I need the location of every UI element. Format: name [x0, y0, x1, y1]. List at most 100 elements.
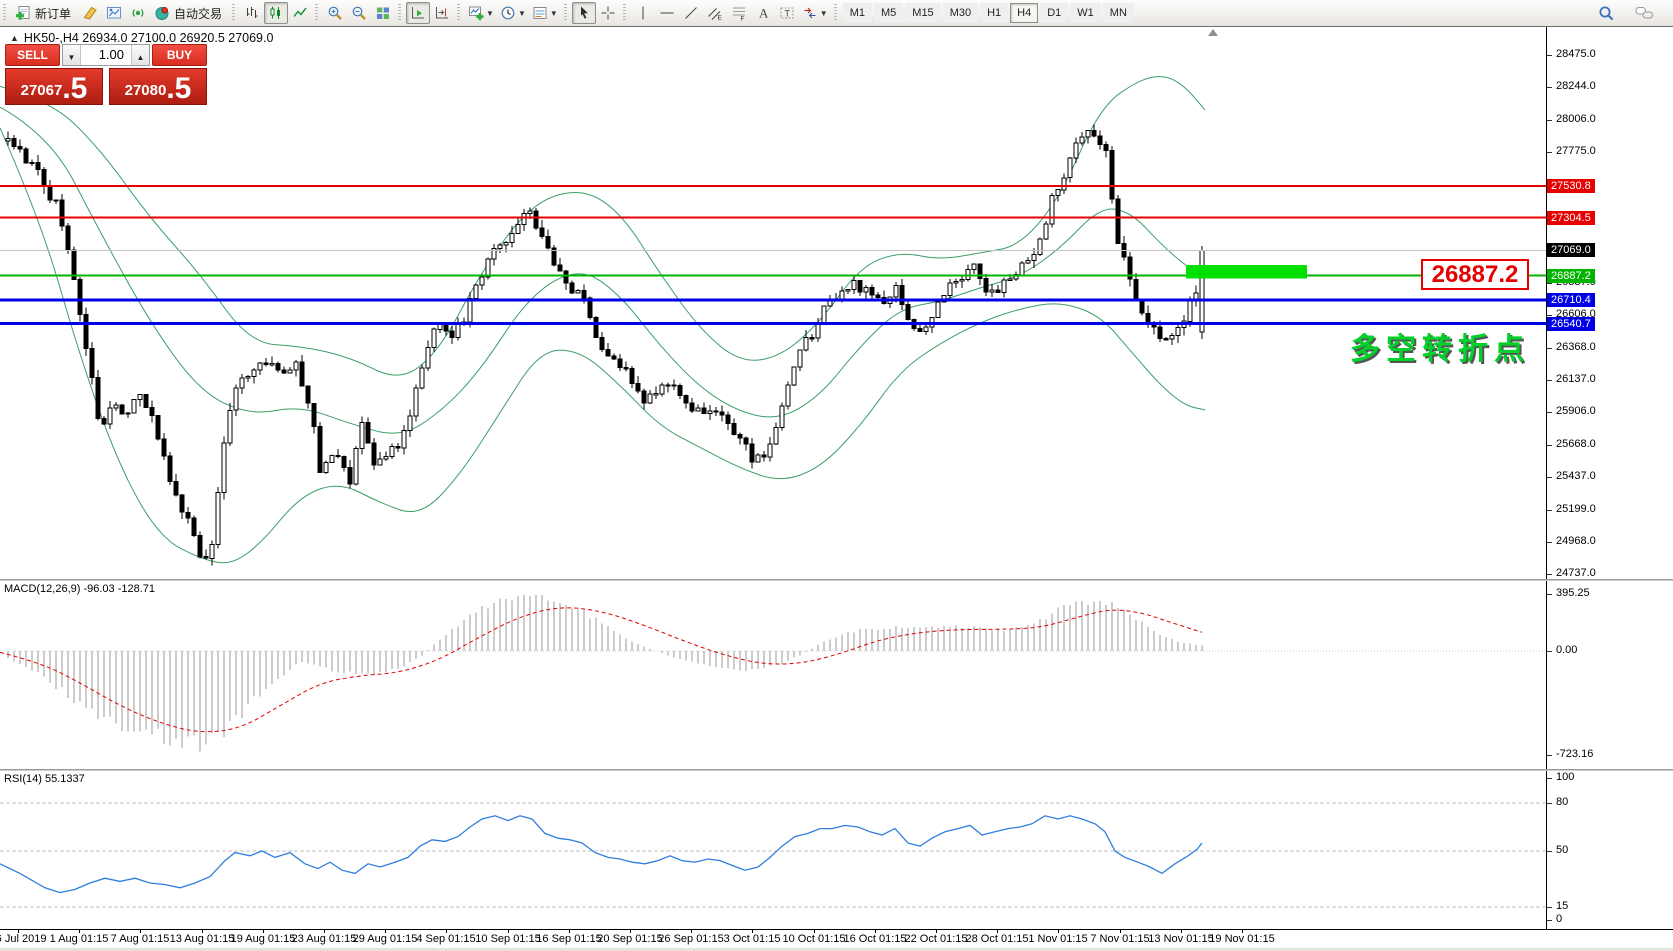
timeframe-mn[interactable]: MN — [1103, 3, 1134, 23]
rsi-axis[interactable]: 1008050150 — [1546, 771, 1673, 929]
text-button[interactable]: A — [751, 2, 775, 24]
time-tick-label: 13 Aug 01:15 — [170, 933, 235, 945]
bar-chart-button[interactable] — [240, 2, 264, 24]
signals-button[interactable] — [126, 2, 150, 24]
price-tick-label: 28244.0 — [1556, 80, 1596, 92]
timeframe-d1-label: D1 — [1047, 7, 1061, 19]
timeframe-w1[interactable]: W1 — [1070, 3, 1101, 23]
bollinger-upper — [0, 77, 1205, 375]
templates-icon — [532, 5, 548, 21]
timeframe-m15[interactable]: M15 — [905, 3, 940, 23]
sell-price-button[interactable]: 27067.5 — [5, 68, 103, 105]
crosshair-button[interactable] — [596, 2, 620, 24]
market-button[interactable] — [102, 2, 126, 24]
macd-label: MACD(12,26,9) -96.03 -128.71 — [4, 583, 155, 595]
templates-button[interactable]: ▼ — [529, 2, 561, 24]
cursor-button[interactable] — [572, 2, 596, 24]
sell-price-value: 27067 — [21, 77, 63, 104]
new-order-button[interactable]: 新订单 — [11, 2, 78, 24]
chevron-up-icon: ▲ — [137, 53, 145, 62]
rsi-pane[interactable]: RSI(14) 55.1337 — [0, 771, 1546, 930]
macd-histogram-layer — [8, 595, 1202, 752]
macd-axis[interactable]: 395.25 0.00 -723.16 — [1546, 581, 1673, 769]
time-tick-label: 7 Nov 01:15 — [1090, 933, 1149, 945]
time-tick-label: 4 Sep 01:15 — [416, 933, 475, 945]
chart-header: ▲ HK50-,H4 26934.0 27100.0 26920.5 27069… — [10, 31, 273, 45]
timeframe-d1[interactable]: D1 — [1040, 3, 1068, 23]
price-axis[interactable]: 28475.028244.028006.027775.026837.026606… — [1546, 27, 1673, 579]
macd-tick-label: 395.25 — [1556, 587, 1590, 599]
price-tick-label: 25437.0 — [1556, 470, 1596, 482]
chart-shift-button[interactable] — [430, 2, 454, 24]
highlight-rectangle[interactable] — [1186, 265, 1307, 279]
chat-icon — [1635, 5, 1654, 21]
search-button[interactable] — [1594, 2, 1618, 24]
time-tick-label: 26 Sep 01:15 — [658, 933, 723, 945]
toolbar-group-pointer — [561, 0, 620, 26]
candlestick-chart-button[interactable] — [264, 2, 288, 24]
timeframe-m30-label: M30 — [950, 7, 971, 19]
horizontal-line-button[interactable] — [655, 2, 679, 24]
timeframe-h1[interactable]: H1 — [980, 3, 1008, 23]
indicators-button[interactable]: ▼ — [465, 2, 497, 24]
zoom-out-button[interactable] — [347, 2, 371, 24]
time-axis[interactable]: 26 Jul 20191 Aug 01:157 Aug 01:1513 Aug … — [0, 929, 1673, 948]
arrows-button[interactable]: ▼ — [799, 2, 831, 24]
price-tick-label: 27775.0 — [1556, 145, 1596, 157]
rsi-tick-label: 80 — [1556, 796, 1568, 808]
periods-button[interactable]: ▼ — [497, 2, 529, 24]
toolbar-right — [1594, 2, 1657, 24]
volume-increase-button[interactable]: ▲ — [131, 45, 149, 65]
note-text[interactable]: 多空转折点 — [1350, 324, 1530, 368]
tile-windows-button[interactable] — [371, 2, 395, 24]
text-label-button[interactable]: T — [775, 2, 799, 24]
levels-layer — [0, 186, 1546, 324]
trendline-button[interactable] — [679, 2, 703, 24]
time-tick-label: 10 Oct 01:15 — [783, 933, 846, 945]
metaeditor-icon — [82, 5, 98, 21]
fibonacci-button[interactable]: F — [727, 2, 751, 24]
volume-decrease-button[interactable]: ▼ — [63, 45, 81, 65]
timeframe-m5[interactable]: M5 — [874, 3, 903, 23]
volume-input[interactable]: 1.00 — [81, 45, 131, 65]
chevron-down-icon: ▼ — [68, 53, 76, 62]
rsi-tick-label: 0 — [1556, 913, 1562, 925]
zoom-in-button[interactable] — [323, 2, 347, 24]
main-chart-pane[interactable]: ▲ HK50-,H4 26934.0 27100.0 26920.5 27069… — [0, 27, 1546, 580]
time-tick-label: 29 Aug 01:15 — [353, 933, 418, 945]
vertical-line-button[interactable] — [631, 2, 655, 24]
market-icon — [106, 5, 122, 21]
autotrading-button[interactable]: 自动交易 — [150, 2, 229, 24]
buy-price-button[interactable]: 27080.5 — [109, 68, 207, 105]
rsi-tick-label: 100 — [1556, 771, 1574, 783]
rsi-line — [0, 816, 1202, 893]
auto-scroll-button[interactable] — [406, 2, 430, 24]
rsi-canvas[interactable] — [0, 771, 1546, 929]
sell-button[interactable]: SELL — [5, 44, 60, 66]
zoom-out-icon — [351, 5, 367, 21]
buy-button[interactable]: BUY — [152, 44, 207, 66]
axis-tick — [1547, 651, 1552, 652]
toolbar-grip — [564, 4, 567, 22]
time-tick-label: 7 Aug 01:15 — [111, 933, 170, 945]
timeframe-m1[interactable]: M1 — [843, 3, 872, 23]
macd-tick-label: 0.00 — [1556, 644, 1577, 656]
macd-pane[interactable]: MACD(12,26,9) -96.03 -128.71 — [0, 581, 1546, 770]
toolbar-group-add-objects: ▼▼▼ — [454, 0, 561, 26]
line-chart-button[interactable] — [288, 2, 312, 24]
equidistant-channel-button[interactable]: E — [703, 2, 727, 24]
timeframe-m30[interactable]: M30 — [943, 3, 978, 23]
trendline-icon — [683, 5, 699, 21]
timeframe-h4-label: H4 — [1017, 7, 1031, 19]
buy-price-value: 27080 — [125, 77, 167, 104]
price-callout[interactable]: 26887.2 — [1421, 259, 1529, 290]
timeframe-h4[interactable]: H4 — [1010, 3, 1038, 23]
toolbar-grip — [623, 4, 626, 22]
chat-button[interactable] — [1632, 2, 1657, 24]
metaeditor-button[interactable] — [78, 2, 102, 24]
price-chart-canvas[interactable] — [0, 27, 1546, 579]
time-tick-label: 1 Aug 01:15 — [50, 933, 109, 945]
axis-tick — [1547, 851, 1552, 852]
macd-canvas[interactable] — [0, 581, 1546, 769]
macd-tick-label: -723.16 — [1556, 748, 1593, 760]
